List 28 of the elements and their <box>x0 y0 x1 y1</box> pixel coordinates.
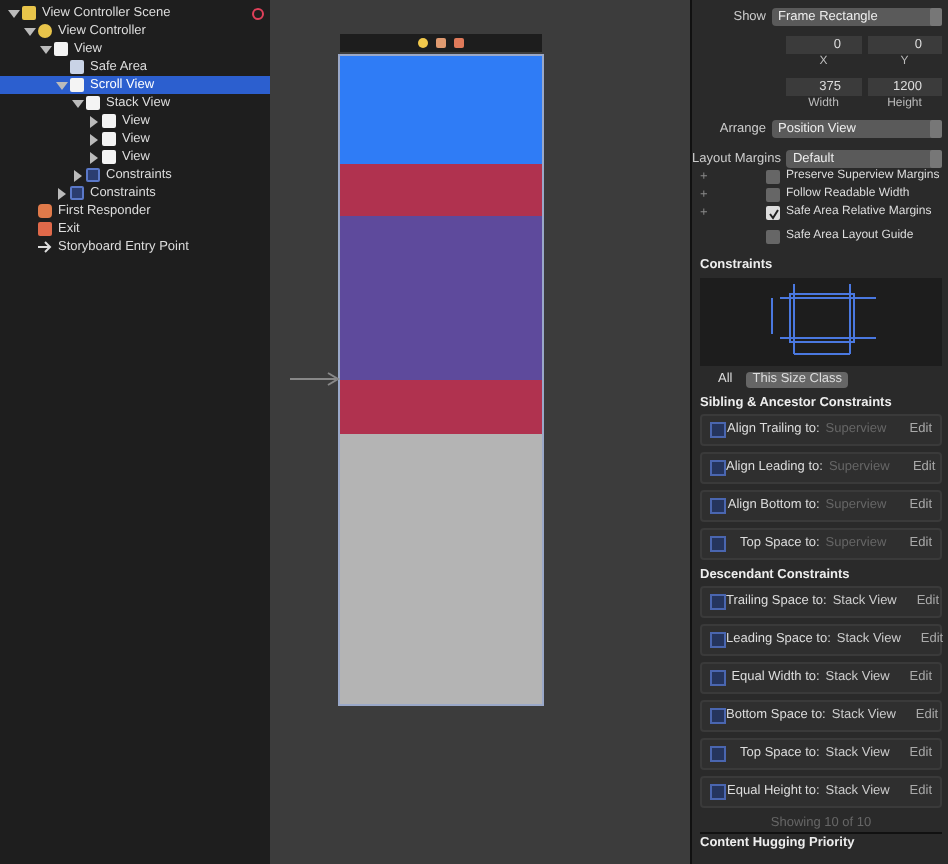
constraint-icon <box>710 746 726 763</box>
constraint-icon <box>710 594 726 611</box>
entry-arrow-icon <box>290 370 340 384</box>
checkbox[interactable] <box>766 170 780 185</box>
exit-icon[interactable] <box>454 38 464 48</box>
constraint-icon <box>710 422 726 439</box>
safe-area-icon <box>70 60 84 74</box>
cube-icon[interactable] <box>436 38 446 48</box>
constraint-icon <box>710 670 726 687</box>
warning-icon[interactable] <box>251 7 264 19</box>
stack-view-icon <box>86 96 100 110</box>
controller-icon[interactable] <box>418 38 428 48</box>
arrow-icon <box>38 240 52 254</box>
constraint-icon <box>710 708 726 725</box>
cube-icon <box>38 204 52 218</box>
checkbox[interactable] <box>766 230 780 245</box>
constraint-icon <box>710 632 726 649</box>
constraint-icon <box>710 498 726 515</box>
constraint-icon <box>710 784 726 801</box>
scene-icon <box>22 6 36 20</box>
controller-icon <box>38 24 52 38</box>
view-icon <box>70 78 84 92</box>
constraint-icon <box>710 460 726 477</box>
checkbox[interactable] <box>766 206 780 221</box>
view-icon <box>54 42 68 56</box>
checkbox[interactable] <box>766 188 780 203</box>
exit-icon <box>38 222 52 236</box>
constraint-icon <box>710 536 726 553</box>
